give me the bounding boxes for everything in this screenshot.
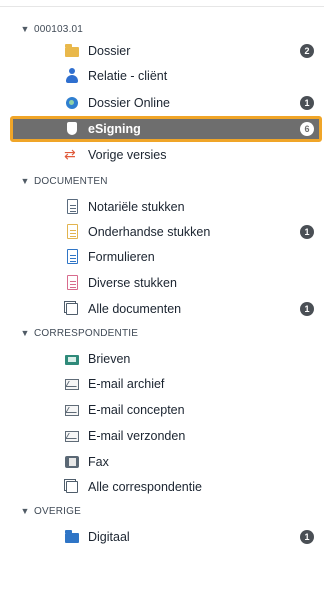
count-badge: 1 (300, 302, 314, 316)
letters-icon (64, 351, 80, 367)
mail-draft-icon (64, 402, 80, 418)
tree-item-label: Brieven (88, 352, 131, 366)
tree-item-label: Alle correspondentie (88, 480, 202, 494)
tree-item-label: Notariële stukken (88, 200, 185, 214)
person-icon (64, 68, 80, 84)
tree-item-label: Diverse stukken (88, 276, 177, 290)
mail-archive-icon (64, 376, 80, 392)
tree-item-label: Dossier Online (88, 96, 170, 110)
tree-item-label: E-mail concepten (88, 403, 185, 417)
section-overige-label: OVERIGE (34, 505, 81, 517)
tree-item-label: Vorige versies (88, 148, 167, 162)
document-yellow-icon (64, 224, 80, 240)
tree-item-esigning[interactable]: eSigning (64, 118, 316, 140)
tree-item-label: Dossier (88, 44, 131, 58)
count-badge: 6 (300, 122, 314, 136)
tree-item-label: Formulieren (88, 250, 155, 264)
mail-sent-icon (64, 428, 80, 444)
tree-item-fax[interactable]: Fax (64, 451, 316, 473)
tree-item-label: E-mail verzonden (88, 429, 186, 443)
chevron-down-icon[interactable]: ▼ (20, 506, 30, 516)
tree-item-email-verzonden[interactable]: E-mail verzonden (64, 425, 316, 447)
section-root-header[interactable]: ▼ 000103.01 (20, 20, 83, 38)
chevron-down-icon[interactable]: ▼ (20, 328, 30, 338)
top-divider (0, 6, 324, 7)
tree-item-formulieren[interactable]: Formulieren (64, 246, 316, 268)
count-badge: 1 (300, 530, 314, 544)
tree-item-email-concepten[interactable]: E-mail concepten (64, 399, 316, 421)
form-icon (64, 249, 80, 265)
tree-item-alle-documenten[interactable]: Alle documenten (64, 298, 316, 320)
tree-item-email-archief[interactable]: E-mail archief (64, 373, 316, 395)
tree-item-diverse-stukken[interactable]: Diverse stukken (64, 272, 316, 294)
chevron-down-icon[interactable]: ▼ (20, 176, 30, 186)
tree-item-label: Onderhandse stukken (88, 225, 211, 239)
section-correspondentie-header[interactable]: ▼ CORRESPONDENTIE (20, 324, 138, 342)
tree-item-dossier-online[interactable]: Dossier Online (64, 92, 316, 114)
navigation-tree: ▼ 000103.01 Dossier 2 Relatie - cliënt D… (0, 0, 324, 606)
document-pink-icon (64, 275, 80, 291)
versions-icon (64, 146, 80, 163)
tree-item-label: Relatie - cliënt (88, 69, 168, 83)
fax-icon (64, 454, 80, 470)
tree-item-label: E-mail archief (88, 377, 165, 391)
section-correspondentie-label: CORRESPONDENTIE (34, 327, 139, 339)
tree-item-dossier[interactable]: Dossier (64, 40, 316, 62)
tree-item-relatie-client[interactable]: Relatie - cliënt (64, 65, 316, 87)
chevron-down-icon[interactable]: ▼ (20, 24, 30, 34)
globe-icon (64, 95, 80, 111)
documents-stack-icon (64, 301, 80, 317)
shield-icon (64, 121, 80, 137)
section-overige-header[interactable]: ▼ OVERIGE (20, 502, 81, 520)
tree-item-vorige-versies[interactable]: Vorige versies (64, 144, 316, 166)
folder-icon (64, 529, 80, 545)
count-badge: 1 (300, 225, 314, 239)
document-icon (64, 199, 80, 215)
section-documenten-header[interactable]: ▼ DOCUMENTEN (20, 172, 108, 190)
folder-icon (64, 43, 80, 59)
count-badge: 1 (300, 96, 314, 110)
correspondence-stack-icon (64, 479, 80, 495)
tree-item-onderhandse-stukken[interactable]: Onderhandse stukken (64, 221, 316, 243)
tree-item-digitaal[interactable]: Digitaal (64, 526, 316, 548)
tree-item-label: eSigning (88, 122, 141, 136)
tree-item-label: Alle documenten (88, 302, 182, 316)
section-root-label: 000103.01 (34, 23, 84, 35)
tree-item-brieven[interactable]: Brieven (64, 348, 316, 370)
tree-item-label: Digitaal (88, 530, 130, 544)
tree-item-alle-correspondentie[interactable]: Alle correspondentie (64, 476, 316, 498)
count-badge: 2 (300, 44, 314, 58)
tree-item-label: Fax (88, 455, 109, 469)
section-documenten-label: DOCUMENTEN (34, 175, 108, 187)
tree-item-notariele-stukken[interactable]: Notariële stukken (64, 196, 316, 218)
